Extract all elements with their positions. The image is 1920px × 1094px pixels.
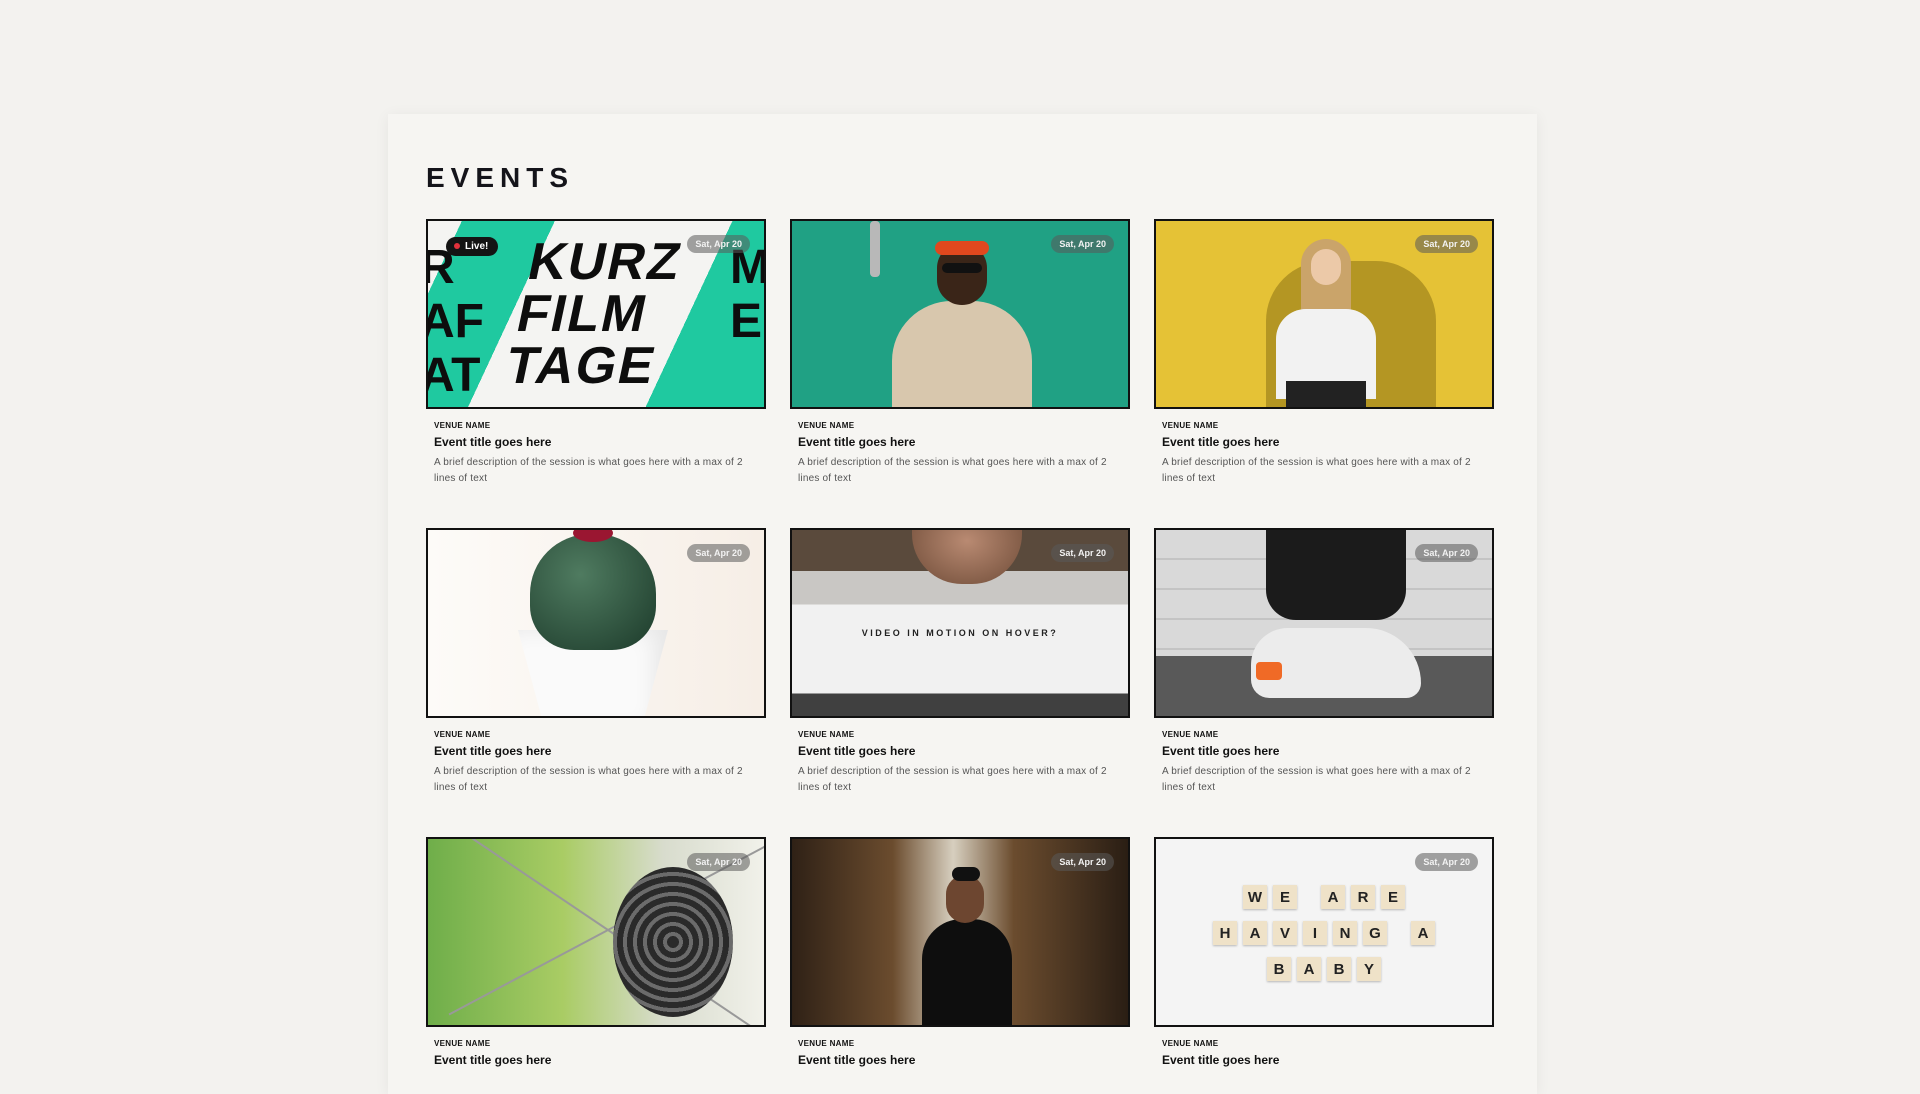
letter-tile: G xyxy=(1363,921,1387,945)
date-badge: Sat, Apr 20 xyxy=(687,235,750,253)
sunglasses-art xyxy=(942,263,982,273)
event-card[interactable]: Sat, Apr 20 VENUE NAME Event title goes … xyxy=(1154,219,1494,487)
event-card[interactable]: WEAREHAVINGABABY Sat, Apr 20 VENUE NAME … xyxy=(1154,837,1494,1067)
event-thumbnail[interactable]: Sat, Apr 20 xyxy=(790,219,1130,409)
letter-tile: B xyxy=(1267,957,1291,981)
event-description: A brief description of the session is wh… xyxy=(798,766,1107,793)
date-badge: Sat, Apr 20 xyxy=(687,853,750,871)
event-title[interactable]: Event title goes here xyxy=(1162,1053,1494,1067)
event-thumbnail[interactable]: Sat, Apr 20 xyxy=(1154,528,1494,718)
date-badge: Sat, Apr 20 xyxy=(1051,235,1114,253)
event-thumbnail[interactable]: RAFAT KURZ FILM TAGE ME Live! Sat, Apr 2… xyxy=(426,219,766,409)
venue-name: VENUE NAME xyxy=(434,730,491,739)
venue-name: VENUE NAME xyxy=(1162,730,1219,739)
cactus-art xyxy=(530,534,656,650)
tile-gap xyxy=(1303,885,1315,909)
event-description: A brief description of the session is wh… xyxy=(798,457,1107,484)
live-dot-icon xyxy=(454,243,460,250)
tile-row: WEARE xyxy=(1156,885,1492,909)
live-label: Live! xyxy=(465,241,489,252)
event-thumbnail[interactable]: Sat, Apr 20 xyxy=(790,837,1130,1027)
event-description: A brief description of the session is wh… xyxy=(1162,457,1471,484)
date-badge: Sat, Apr 20 xyxy=(1051,853,1114,871)
event-thumbnail[interactable]: WEAREHAVINGABABY Sat, Apr 20 xyxy=(1154,837,1494,1027)
event-title[interactable]: Event title goes here xyxy=(1162,744,1494,758)
letter-tiles-art: WEAREHAVINGABABY xyxy=(1156,885,1492,993)
video-hover-caption: VIDEO IN MOTION ON HOVER? xyxy=(861,628,1059,638)
event-card[interactable]: Sat, Apr 20 VENUE NAME Event title goes … xyxy=(790,837,1130,1067)
face-art xyxy=(1311,249,1341,285)
date-badge: Sat, Apr 20 xyxy=(1051,544,1114,562)
event-title[interactable]: Event title goes here xyxy=(798,1053,1130,1067)
tile-row: HAVINGA xyxy=(1156,921,1492,945)
cassette-art xyxy=(613,867,733,1017)
letter-tile: I xyxy=(1303,921,1327,945)
event-card[interactable]: Sat, Apr 20 VENUE NAME Event title goes … xyxy=(426,528,766,796)
page-title: EVENTS xyxy=(426,162,575,193)
venue-name: VENUE NAME xyxy=(434,421,491,430)
letter-tile: R xyxy=(1351,885,1375,909)
date-badge: Sat, Apr 20 xyxy=(1415,853,1478,871)
event-title[interactable]: Event title goes here xyxy=(434,435,766,449)
event-description: A brief description of the session is wh… xyxy=(434,766,743,793)
event-card[interactable]: VIDEO IN MOTION ON HOVER? Sat, Apr 20 VE… xyxy=(790,528,1130,796)
face-art xyxy=(912,530,1022,584)
letter-tile: H xyxy=(1213,921,1237,945)
leg-art xyxy=(1266,530,1406,620)
live-badge: Live! xyxy=(446,237,499,256)
event-title[interactable]: Event title goes here xyxy=(1162,435,1494,449)
event-title[interactable]: Event title goes here xyxy=(798,435,1130,449)
event-title[interactable]: Event title goes here xyxy=(434,1053,766,1067)
letter-tile: N xyxy=(1333,921,1357,945)
letter-tile: E xyxy=(1381,885,1405,909)
event-thumbnail[interactable]: Sat, Apr 20 xyxy=(426,528,766,718)
event-card[interactable]: RAFAT KURZ FILM TAGE ME Live! Sat, Apr 2… xyxy=(426,219,766,487)
events-panel: EVENTS RAFAT KURZ FILM TAGE ME Live! Sat… xyxy=(388,114,1537,1094)
date-badge: Sat, Apr 20 xyxy=(1415,235,1478,253)
event-description: A brief description of the session is wh… xyxy=(434,457,743,484)
venue-name: VENUE NAME xyxy=(798,730,855,739)
letter-tile: A xyxy=(1321,885,1345,909)
date-badge: Sat, Apr 20 xyxy=(1415,544,1478,562)
letter-tile: V xyxy=(1273,921,1297,945)
letter-tile: A xyxy=(1297,957,1321,981)
person-art xyxy=(922,919,1012,1025)
tile-row: BABY xyxy=(1156,957,1492,981)
event-thumbnail[interactable]: Sat, Apr 20 xyxy=(1154,219,1494,409)
event-card[interactable]: Sat, Apr 20 VENUE NAME Event title goes … xyxy=(426,837,766,1067)
person-art xyxy=(892,301,1032,407)
letter-tile: W xyxy=(1243,885,1267,909)
headband-art xyxy=(935,241,989,255)
poster-word: TAGE xyxy=(500,337,662,395)
event-card[interactable]: Sat, Apr 20 VENUE NAME Event title goes … xyxy=(1154,528,1494,796)
venue-name: VENUE NAME xyxy=(798,1039,855,1048)
event-thumbnail[interactable]: VIDEO IN MOTION ON HOVER? Sat, Apr 20 xyxy=(790,528,1130,718)
event-title[interactable]: Event title goes here xyxy=(798,744,1130,758)
poster-word: FILM xyxy=(511,285,654,343)
microphone-art xyxy=(870,221,880,277)
pants-art xyxy=(1286,381,1366,407)
letter-tile: A xyxy=(1411,921,1435,945)
letter-tile: A xyxy=(1243,921,1267,945)
hair-art xyxy=(952,867,980,881)
event-title[interactable]: Event title goes here xyxy=(434,744,766,758)
venue-name: VENUE NAME xyxy=(434,1039,491,1048)
venue-name: VENUE NAME xyxy=(798,421,855,430)
event-thumbnail[interactable]: Sat, Apr 20 xyxy=(426,837,766,1027)
sneaker-accent-art xyxy=(1256,662,1282,680)
letter-tile: E xyxy=(1273,885,1297,909)
event-description: A brief description of the session is wh… xyxy=(1162,766,1471,793)
poster-art-right: ME xyxy=(730,241,764,348)
tile-gap xyxy=(1393,921,1405,945)
venue-name: VENUE NAME xyxy=(1162,1039,1219,1048)
letter-tile: B xyxy=(1327,957,1351,981)
venue-name: VENUE NAME xyxy=(1162,421,1219,430)
person-head-art xyxy=(946,875,984,923)
event-card[interactable]: Sat, Apr 20 VENUE NAME Event title goes … xyxy=(790,219,1130,487)
date-badge: Sat, Apr 20 xyxy=(687,544,750,562)
letter-tile: Y xyxy=(1357,957,1381,981)
